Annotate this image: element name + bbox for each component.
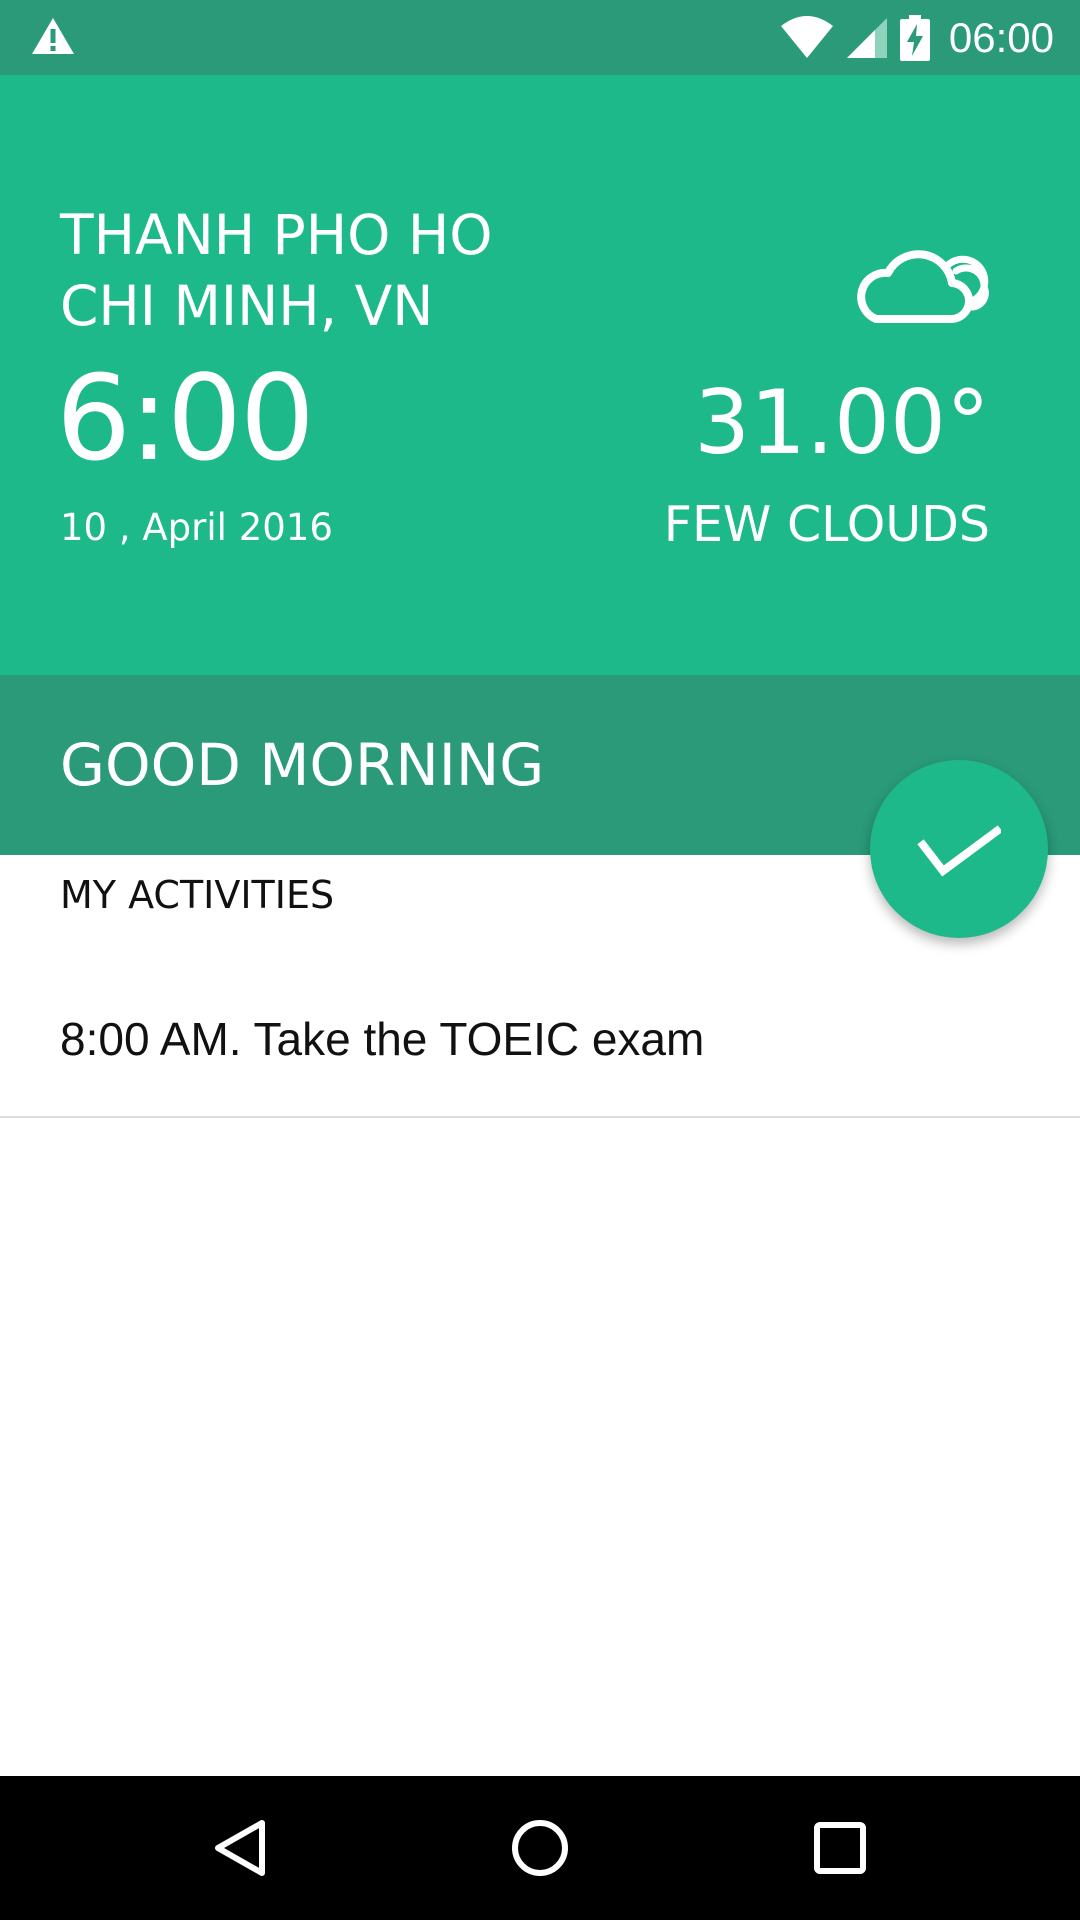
home-icon <box>512 1820 568 1876</box>
status-bar: 06:00 <box>0 0 1080 75</box>
activity-text: 8:00 AM. Take the TOEIC exam <box>60 1013 705 1065</box>
current-date: 10 , April 2016 <box>60 506 333 549</box>
weather-condition: FEW CLOUDS <box>663 496 990 553</box>
weather-card: THANH PHO HO CHI MINH, VN 6:00 10 , Apri… <box>0 75 1080 675</box>
greeting-text: GOOD MORNING <box>60 731 545 799</box>
back-button[interactable] <box>180 1776 300 1920</box>
recents-button[interactable] <box>780 1776 900 1920</box>
current-time: 6:00 <box>56 349 315 487</box>
home-button[interactable] <box>480 1776 600 1920</box>
city-name: THANH PHO HO CHI MINH, VN <box>60 203 493 338</box>
back-icon <box>215 1820 265 1876</box>
status-icons: 06:00 <box>769 0 1054 75</box>
cloud-icon <box>857 250 989 324</box>
navigation-bar <box>0 1776 1080 1920</box>
battery-charging-icon <box>899 14 930 61</box>
list-item[interactable]: 8:00 AM. Take the TOEIC exam <box>0 990 1080 1118</box>
cellular-signal-icon <box>846 17 887 58</box>
wifi-icon <box>780 15 833 58</box>
app-screen: 06:00 THANH PHO HO CHI MINH, VN 6:00 10 … <box>0 0 1080 1920</box>
warning-icon <box>30 16 76 56</box>
done-fab-button[interactable] <box>870 760 1048 938</box>
temperature: 31.00° <box>694 371 990 474</box>
status-time: 06:00 <box>948 14 1054 61</box>
check-icon <box>917 825 1001 877</box>
recents-icon <box>814 1822 866 1874</box>
activities-title: MY ACTIVITIES <box>60 873 335 917</box>
